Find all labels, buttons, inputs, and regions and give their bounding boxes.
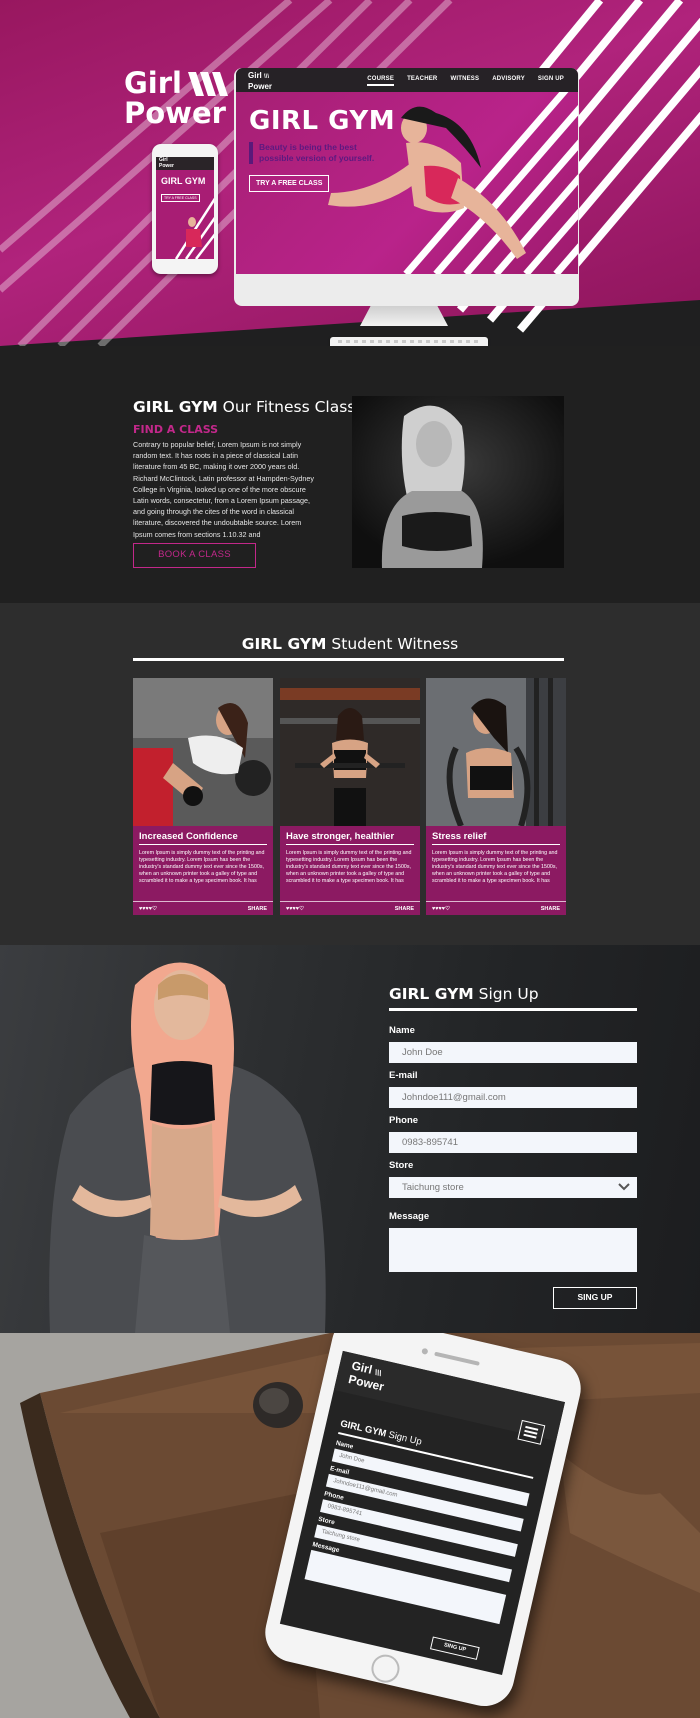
classes-section: GIRL GYM Our Fitness Classes FIND A CLAS…	[0, 346, 700, 603]
witness-section: GIRL GYM Student Witness Increased Confi…	[0, 603, 700, 945]
screen-nav: COURSE TEACHER WITNESS ADVISORY SIGN UP	[367, 76, 564, 86]
nav-sign-up[interactable]: SIGN UP	[538, 76, 564, 86]
witness-card-image	[133, 678, 273, 826]
hero-phone-title: GIRL GYM	[161, 176, 206, 186]
witness-card-footer: ♥♥♥♥♡ SHARE	[426, 901, 566, 915]
store-select[interactable]: Taichung store	[389, 1177, 637, 1198]
signup-title-bold: GIRL GYM	[389, 985, 474, 1003]
classes-photo	[352, 396, 564, 568]
witness-card-title: Increased Confidence	[139, 831, 238, 842]
classes-paragraph: Contrary to popular belief, Lorem Ipsum …	[133, 440, 314, 539]
brand-bars-icon	[188, 72, 228, 96]
heart-rating-icon[interactable]: ♥♥♥♥♡	[432, 906, 450, 912]
nav-witness[interactable]: WITNESS	[450, 76, 479, 86]
witness-card-divider	[432, 844, 560, 845]
witness-title-rest: Student Witness	[326, 635, 459, 653]
witness-card-body: Lorem Ipsum is simply dummy text of the …	[286, 850, 412, 884]
mobile-title-bold: GIRL GYM	[339, 1418, 388, 1440]
witness-card-title: Have stronger, healthier	[286, 831, 395, 842]
witness-card[interactable]: Stress relief Lorem Ipsum is simply dumm…	[426, 678, 566, 915]
witness-card-image	[426, 678, 566, 826]
share-button[interactable]: SHARE	[395, 906, 414, 912]
witness-title-bold: GIRL GYM	[241, 635, 327, 653]
heart-rating-icon[interactable]: ♥♥♥♥♡	[139, 906, 157, 912]
find-a-class-heading: FIND A CLASS	[133, 423, 219, 436]
witness-card-footer: ♥♥♥♥♡ SHARE	[280, 901, 420, 915]
page: Girl Power Girl \\\ Power COURSE TEACHER…	[0, 0, 700, 1718]
signup-title: GIRL GYM Sign Up	[389, 985, 539, 1003]
hero-tagline: Beauty is being the best possible versio…	[249, 142, 389, 164]
witness-card[interactable]: Increased Confidence Lorem Ipsum is simp…	[133, 678, 273, 915]
witness-card-title: Stress relief	[432, 831, 487, 842]
witness-card-footer: ♥♥♥♥♡ SHARE	[133, 901, 273, 915]
witness-card-divider	[286, 844, 414, 845]
phone-home-button	[368, 1651, 403, 1686]
store-select-value: Taichung store	[402, 1182, 464, 1193]
monitor-stand	[360, 306, 448, 326]
store-label: Store	[389, 1160, 414, 1171]
screen-logo-line1: Girl	[248, 71, 262, 80]
nav-advisory[interactable]: ADVISORY	[492, 76, 525, 86]
hamburger-menu-icon[interactable]	[517, 1419, 546, 1445]
nav-teacher[interactable]: TEACHER	[407, 76, 437, 86]
screen-logo-line2: Power	[248, 82, 273, 91]
name-field[interactable]: John Doe	[389, 1042, 637, 1063]
signup-section: GIRL GYM Sign Up Name John Doe E-mail Jo…	[0, 945, 700, 1333]
share-button[interactable]: SHARE	[248, 906, 267, 912]
witness-divider	[133, 658, 564, 661]
try-free-class-button[interactable]: TRY A FREE CLASS	[249, 175, 330, 192]
screen-logo[interactable]: Girl \\\ Power	[248, 71, 272, 91]
nav-course[interactable]: COURSE	[367, 76, 395, 86]
phone-camera	[421, 1347, 429, 1355]
witness-card-body: Lorem Ipsum is simply dummy text of the …	[432, 850, 558, 884]
brand-line2: Power	[124, 96, 226, 130]
book-class-button[interactable]: BOOK A CLASS	[133, 543, 256, 568]
witness-card-body: Lorem Ipsum is simply dummy text of the …	[139, 850, 265, 884]
hero-phone-cta: TRY A FREE CLASS	[161, 194, 200, 202]
heart-rating-icon[interactable]: ♥♥♥♥♡	[286, 906, 304, 912]
hero-phone-logo: Girl Power	[159, 157, 175, 169]
monitor-screen: Girl \\\ Power COURSE TEACHER WITNESS ADV…	[236, 68, 578, 274]
share-button[interactable]: SHARE	[541, 906, 560, 912]
hero-phone-stripes	[174, 197, 214, 259]
classes-title-rest: Our Fitness Classes	[217, 398, 373, 416]
mobile-mockup-section: Girl \\\ Power GIRL GYM Sign Up Name John…	[0, 1333, 700, 1718]
hero-phone-screen: Girl Power GIRL GYM TRY A FREE CLASS	[156, 157, 214, 259]
hero-phone-logo-line2: Power	[159, 162, 175, 169]
phone-field[interactable]: 0983-895741	[389, 1132, 637, 1153]
witness-card-divider	[139, 844, 267, 845]
classes-title: GIRL GYM Our Fitness Classes	[133, 398, 373, 416]
signup-title-rest: Sign Up	[473, 985, 539, 1003]
phone-label: Phone	[389, 1115, 419, 1126]
classes-title-bold: GIRL GYM	[133, 398, 218, 416]
witness-card-image	[280, 678, 420, 826]
name-label: Name	[389, 1025, 415, 1036]
screen-stripes	[328, 75, 578, 274]
message-label: Message	[389, 1211, 430, 1222]
phone-speaker	[434, 1351, 480, 1366]
mobile-screen: Girl \\\ Power GIRL GYM Sign Up Name John…	[279, 1350, 566, 1675]
witness-title: GIRL GYM Student Witness	[0, 635, 700, 653]
message-textarea[interactable]	[389, 1228, 637, 1272]
hero-title: GIRL GYM	[249, 106, 396, 136]
hero-section: Girl Power Girl \\\ Power COURSE TEACHER…	[0, 0, 700, 354]
hero-phone: Girl Power GIRL GYM TRY A FREE CLASS	[152, 144, 218, 274]
brand-logo[interactable]: Girl Power	[124, 68, 228, 130]
sign-up-button[interactable]: SING UP	[553, 1287, 637, 1309]
mobile-sign-up-button[interactable]: SING UP	[429, 1636, 480, 1660]
email-label: E-mail	[389, 1070, 418, 1081]
signup-divider	[389, 1008, 637, 1011]
email-field[interactable]: Johndoe111@gmail.com	[389, 1087, 637, 1108]
screen-navbar: Girl \\\ Power COURSE TEACHER WITNESS ADV…	[236, 68, 578, 92]
witness-card[interactable]: Have stronger, healthier Lorem Ipsum is …	[280, 678, 420, 915]
chevron-down-icon	[618, 1183, 630, 1191]
signup-model-photo	[49, 962, 326, 1333]
